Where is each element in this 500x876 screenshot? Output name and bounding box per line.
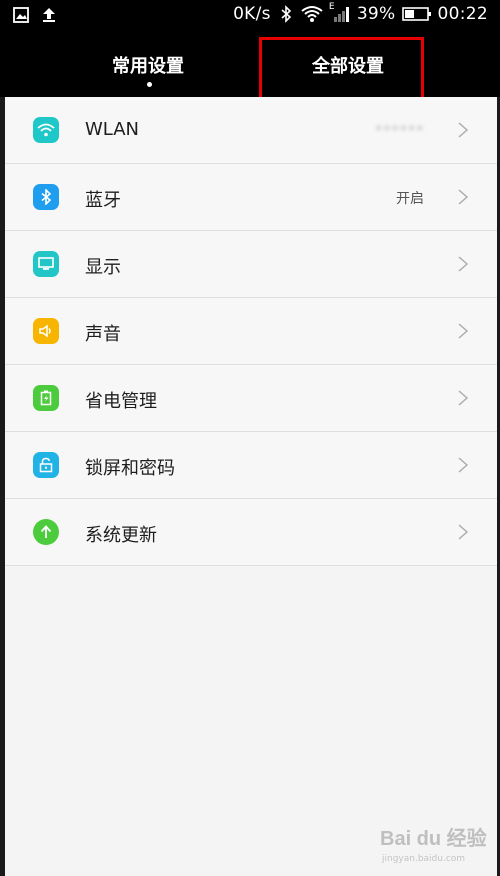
upload-icon [43,8,55,22]
status-bar: 0K/s E 39% 00:22 [0,0,500,32]
setting-row-system-update[interactable]: 系统更新 [5,499,497,566]
status-right-icons: 0K/s E 39% 00:22 [233,2,488,24]
watermark-site: jingyan.baidu.com [382,854,466,864]
cell-signal-icon: E [329,2,351,23]
setting-label: 蓝牙 [85,190,121,211]
setting-label: 显示 [85,257,121,278]
display-icon [33,251,59,277]
settings-tabs: 常用设置 全部设置 [0,32,500,97]
chevron-right-icon [458,457,469,473]
setting-row-sound[interactable]: 声音 [5,298,497,365]
network-speed: 0K/s [233,4,271,24]
setting-label: 省电管理 [85,391,157,412]
setting-row-power[interactable]: 省电管理 [5,365,497,432]
active-tab-indicator [147,82,152,87]
setting-label: 锁屏和密码 [85,458,175,479]
bluetooth-status-icon [281,5,291,23]
lock-icon [33,452,59,478]
chevron-right-icon [458,323,469,339]
bluetooth-icon [33,184,59,210]
wifi-icon [33,117,59,143]
chevron-right-icon [458,256,469,272]
bluetooth-status: 开启 [396,191,424,207]
gallery-icon [13,7,29,23]
setting-row-bluetooth[interactable]: 蓝牙 开启 [5,164,497,231]
setting-label: WLAN [85,119,140,140]
watermark-logo: Bai du 经验 [380,828,487,850]
wlan-network-name: •••••• [374,121,424,137]
chevron-right-icon [458,189,469,205]
tab-common-settings[interactable]: 常用设置 [112,52,184,78]
chevron-right-icon [458,122,469,138]
chevron-right-icon [458,524,469,540]
battery-icon [33,385,59,411]
sound-icon [33,318,59,344]
status-left-icons [12,6,58,24]
setting-row-wlan[interactable]: WLAN •••••• [5,97,497,164]
setting-label: 系统更新 [85,525,157,546]
baidu-jingyan-watermark: Bai du 经验 jingyan.baidu.com [380,822,490,872]
setting-label: 声音 [85,324,121,345]
setting-row-lock-screen[interactable]: 锁屏和密码 [5,432,497,499]
setting-row-display[interactable]: 显示 [5,231,497,298]
clock: 00:22 [437,4,488,24]
settings-list: WLAN •••••• 蓝牙 开启 显示 声音 省电管理 锁屏和密码 系统更新 [5,97,497,566]
signal-bars-icon [333,7,349,22]
update-icon [33,519,59,545]
battery-status-icon [401,7,431,21]
chevron-right-icon [458,390,469,406]
battery-percent: 39% [356,4,396,24]
wifi-status-icon [301,6,323,22]
